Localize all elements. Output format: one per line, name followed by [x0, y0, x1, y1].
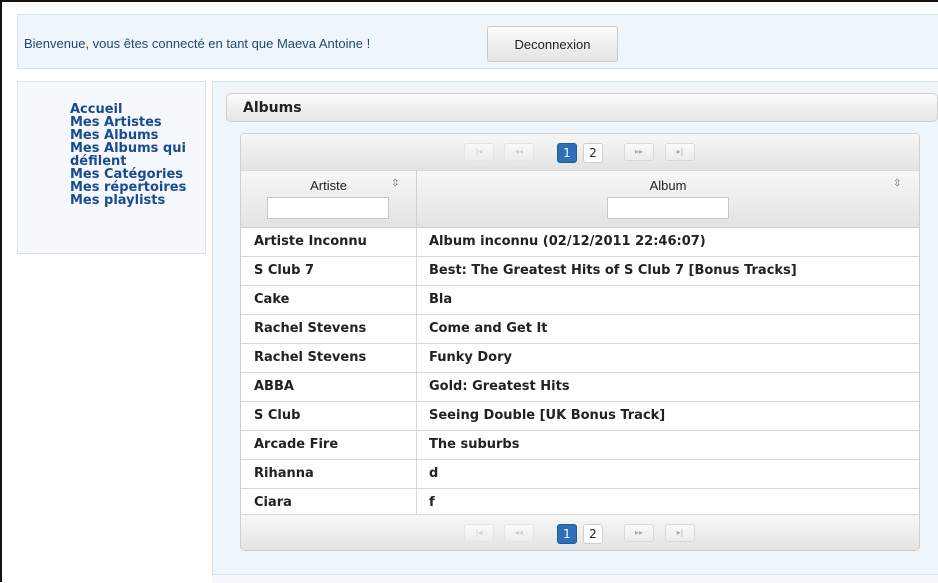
header-bar: Bienvenue, vous êtes connecté en tant qu… — [17, 14, 938, 69]
sort-icon[interactable]: ⇳ — [391, 178, 399, 189]
prev-page-icon[interactable]: ◂◂ — [504, 143, 534, 161]
last-page-icon[interactable]: ▸| — [665, 524, 695, 542]
album-cell: Come and Get It — [429, 321, 548, 336]
sidebar-item-playlists[interactable]: Mes playlists — [70, 194, 200, 207]
page-1-button[interactable]: 1 — [557, 524, 577, 544]
artist-cell: Ciara — [241, 489, 417, 517]
page-1-button[interactable]: 1 — [557, 143, 577, 163]
artiste-filter-input[interactable] — [267, 197, 389, 219]
album-cell: Seeing Double [UK Bonus Track] — [429, 408, 666, 423]
albums-panel-header: Albums — [226, 93, 938, 122]
table-row[interactable]: S Club 7 Best: The Greatest Hits of S Cl… — [241, 257, 919, 286]
logout-button[interactable]: Deconnexion — [487, 26, 618, 62]
table-row[interactable]: Arcade Fire The suburbs — [241, 431, 919, 460]
table-row[interactable]: Artiste Inconnu Album inconnu (02/12/201… — [241, 228, 919, 257]
last-page-icon[interactable]: ▸| — [665, 143, 695, 161]
first-page-icon[interactable]: |◂ — [464, 524, 494, 542]
column-label-album: Album — [649, 178, 687, 193]
panel-title: Albums — [243, 100, 302, 116]
next-page-icon[interactable]: ▸▸ — [624, 143, 654, 161]
column-header-album[interactable]: Album ⇳ — [417, 171, 919, 228]
table-row[interactable]: Cake Bla — [241, 286, 919, 315]
album-cell: Bla — [429, 292, 453, 307]
table-body: Artiste Inconnu Album inconnu (02/12/201… — [241, 228, 919, 518]
artist-cell: Artiste Inconnu — [241, 228, 417, 256]
pager-top: |◂ ◂◂ 1 2 ▸▸ ▸| — [241, 134, 919, 171]
welcome-message: Bienvenue, vous êtes connecté en tant qu… — [24, 36, 371, 51]
sidebar-item-albums-defilent[interactable]: Mes Albums qui défilent — [70, 142, 200, 168]
window-frame-left — [0, 0, 2, 582]
albums-grid: |◂ ◂◂ 1 2 ▸▸ ▸| Artiste ⇳ Album ⇳ Artist… — [240, 133, 920, 551]
artist-cell: Rachel Stevens — [241, 315, 417, 343]
artist-cell: Cake — [241, 286, 417, 314]
sidebar: Accueil Mes Artistes Mes Albums Mes Albu… — [17, 81, 206, 254]
album-cell: Album inconnu (02/12/2011 22:46:07) — [429, 234, 706, 249]
album-cell: The suburbs — [429, 437, 520, 452]
table-row[interactable]: Rihanna d — [241, 460, 919, 489]
artist-cell: Rachel Stevens — [241, 344, 417, 372]
album-cell: Gold: Greatest Hits — [429, 379, 570, 394]
column-label-artiste: Artiste — [310, 178, 347, 193]
sidebar-nav: Accueil Mes Artistes Mes Albums Mes Albu… — [70, 103, 200, 207]
album-filter-input[interactable] — [607, 197, 729, 219]
first-page-icon[interactable]: |◂ — [464, 143, 494, 161]
pager-bottom: |◂ ◂◂ 1 2 ▸▸ ▸| — [241, 514, 919, 550]
table-row[interactable]: ABBA Gold: Greatest Hits — [241, 373, 919, 402]
page-2-button[interactable]: 2 — [583, 143, 603, 163]
artist-cell: Rihanna — [241, 460, 417, 488]
artist-cell: S Club — [241, 402, 417, 430]
page-2-button[interactable]: 2 — [583, 524, 603, 544]
album-cell: f — [429, 495, 435, 510]
album-cell: Best: The Greatest Hits of S Club 7 [Bon… — [429, 263, 797, 278]
sort-icon[interactable]: ⇳ — [893, 178, 901, 189]
table-row[interactable]: Rachel Stevens Funky Dory — [241, 344, 919, 373]
artist-cell: S Club 7 — [241, 257, 417, 285]
album-cell: Funky Dory — [429, 350, 512, 365]
prev-page-icon[interactable]: ◂◂ — [504, 524, 534, 542]
artist-cell: ABBA — [241, 373, 417, 401]
column-header-artiste[interactable]: Artiste ⇳ — [241, 171, 417, 228]
album-cell: d — [429, 466, 439, 481]
artist-cell: Arcade Fire — [241, 431, 417, 459]
table-row[interactable]: S Club Seeing Double [UK Bonus Track] — [241, 402, 919, 431]
next-page-icon[interactable]: ▸▸ — [624, 524, 654, 542]
table-row[interactable]: Rachel Stevens Come and Get It — [241, 315, 919, 344]
window-frame-top — [0, 0, 938, 2]
